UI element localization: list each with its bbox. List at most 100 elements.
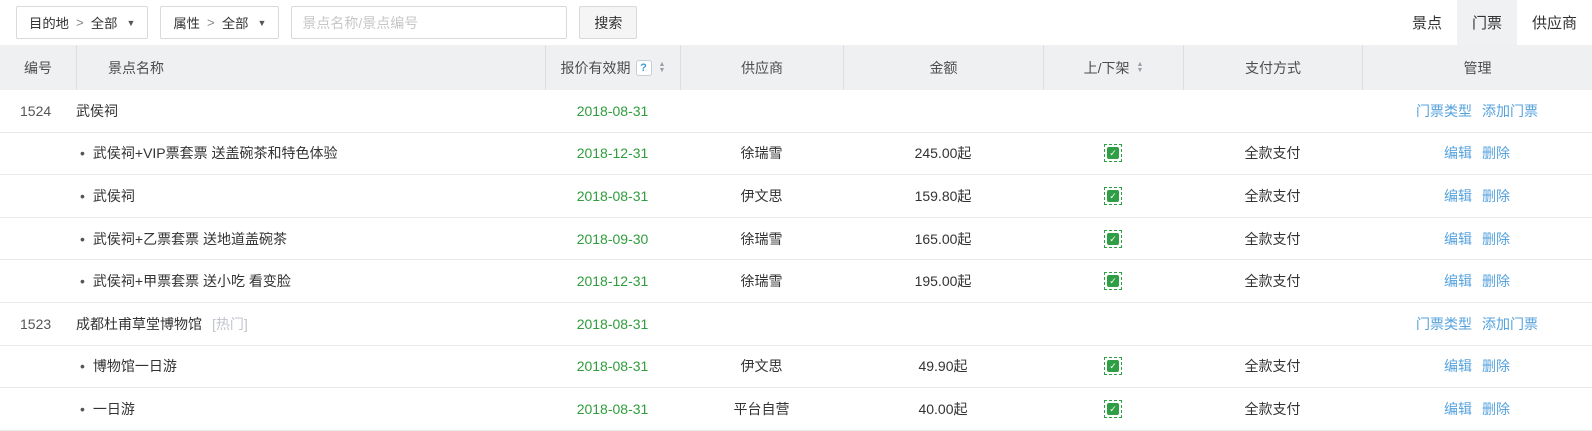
add-ticket-link[interactable]: 添加门票 (1482, 314, 1538, 334)
supplier-cell: 徐瑞雪 (680, 133, 843, 175)
bullet-icon: • (80, 273, 85, 289)
supplier-cell: 伊文思 (680, 346, 843, 388)
bullet-icon: • (80, 145, 85, 161)
price-cell: 159.80起 (843, 175, 1043, 217)
on-shelf-checkbox-icon[interactable]: ✓ (1104, 272, 1122, 290)
table-row: •博物馆一日游2018-08-31伊文思49.90起✓全款支付编辑删除 (0, 346, 1592, 389)
table-body: 1524武侯祠2018-08-31门票类型添加门票•武侯祠+VIP票套票 送盖碗… (0, 90, 1592, 431)
on-shelf-cell: ✓ (1043, 133, 1183, 175)
scenic-name: 成都杜甫草堂博物馆 (76, 314, 202, 334)
table-header: 编号 景点名称 报价有效期 ? ▲ ▼ 供应商 金额 上/下架 (0, 45, 1592, 90)
view-tabs: 景点门票供应商 (1397, 0, 1592, 45)
delete-link[interactable]: 删除 (1482, 143, 1510, 163)
on-shelf-checkbox-icon[interactable]: ✓ (1104, 187, 1122, 205)
check-icon: ✓ (1107, 147, 1119, 159)
row-id-cell: 1524 (0, 90, 76, 132)
actions-cell: 编辑删除 (1362, 388, 1592, 430)
attribute-label: 属性 (173, 13, 200, 32)
edit-link[interactable]: 编辑 (1444, 356, 1472, 376)
scenic-name-cell: • 武侯祠+甲票套票 送小吃 看变脸 (76, 260, 545, 302)
payment-cell (1183, 90, 1362, 132)
payment-cell: 全款支付 (1183, 346, 1362, 388)
scenic-name: 武侯祠+VIP票套票 送盖碗茶和特色体验 (93, 143, 338, 163)
row-id-cell (0, 388, 76, 430)
scenic-name: 一日游 (93, 399, 135, 419)
delete-link[interactable]: 删除 (1482, 186, 1510, 206)
ticket-type-link[interactable]: 门票类型 (1416, 314, 1472, 334)
payment-cell: 全款支付 (1183, 260, 1362, 302)
scenic-name-cell: 武侯祠 (76, 90, 545, 132)
payment-cell: 全款支付 (1183, 175, 1362, 217)
tab-supplier[interactable]: 供应商 (1517, 0, 1592, 45)
ticket-type-link[interactable]: 门票类型 (1416, 101, 1472, 121)
row-id-cell (0, 175, 76, 217)
edit-link[interactable]: 编辑 (1444, 271, 1472, 291)
sort-icon[interactable]: ▲ ▼ (1136, 62, 1143, 74)
header-on-off-shelf: 上/下架 ▲ ▼ (1043, 45, 1183, 90)
edit-link[interactable]: 编辑 (1444, 186, 1472, 206)
delete-link[interactable]: 删除 (1482, 229, 1510, 249)
row-id-cell: 1523 (0, 303, 76, 345)
on-shelf-checkbox-icon[interactable]: ✓ (1104, 357, 1122, 375)
actions-cell: 编辑删除 (1362, 218, 1592, 260)
scenic-name: 武侯祠+甲票套票 送小吃 看变脸 (93, 271, 291, 291)
check-icon: ✓ (1107, 360, 1119, 372)
actions-cell: 编辑删除 (1362, 175, 1592, 217)
edit-link[interactable]: 编辑 (1444, 229, 1472, 249)
bullet-icon: • (80, 401, 85, 417)
caret-down-icon: ▼ (257, 18, 266, 28)
actions-cell: 门票类型添加门票 (1362, 90, 1592, 132)
scenic-name-cell: •武侯祠 (76, 175, 545, 217)
row-id-cell (0, 260, 76, 302)
destination-value: 全部 (91, 13, 118, 32)
header-supplier: 供应商 (680, 45, 843, 90)
payment-cell: 全款支付 (1183, 388, 1362, 430)
valid-date-cell: 2018-12-31 (545, 260, 680, 302)
sort-icon[interactable]: ▲ ▼ (659, 62, 666, 74)
edit-link[interactable]: 编辑 (1444, 399, 1472, 419)
tab-ticket[interactable]: 门票 (1457, 0, 1517, 45)
scenic-name: 武侯祠 (93, 186, 135, 206)
check-icon: ✓ (1107, 275, 1119, 287)
on-shelf-checkbox-icon[interactable]: ✓ (1104, 230, 1122, 248)
destination-dropdown[interactable]: 目的地 > 全部 ▼ (16, 6, 148, 39)
delete-link[interactable]: 删除 (1482, 399, 1510, 419)
add-ticket-link[interactable]: 添加门票 (1482, 101, 1538, 121)
on-shelf-cell: ✓ (1043, 260, 1183, 302)
row-id-cell (0, 133, 76, 175)
help-icon[interactable]: ? (636, 60, 652, 76)
row-id-cell (0, 218, 76, 260)
actions-cell: 编辑删除 (1362, 133, 1592, 175)
on-shelf-checkbox-icon[interactable]: ✓ (1104, 400, 1122, 418)
delete-link[interactable]: 删除 (1482, 356, 1510, 376)
row-id-cell (0, 346, 76, 388)
caret-down-icon: ▼ (126, 18, 135, 28)
price-cell: 245.00起 (843, 133, 1043, 175)
table-row: •武侯祠+VIP票套票 送盖碗茶和特色体验2018-12-31徐瑞雪245.00… (0, 133, 1592, 176)
search-button[interactable]: 搜索 (579, 6, 637, 39)
filter-toolbar: 目的地 > 全部 ▼ 属性 > 全部 ▼ 搜索 景点门票供应商 (0, 0, 1592, 45)
hot-tag: [热门] (212, 314, 248, 334)
header-id: 编号 (0, 45, 76, 90)
scenic-name: 武侯祠 (76, 101, 118, 121)
edit-link[interactable]: 编辑 (1444, 143, 1472, 163)
payment-cell (1183, 303, 1362, 345)
actions-cell: 门票类型添加门票 (1362, 303, 1592, 345)
on-shelf-checkbox-icon[interactable]: ✓ (1104, 144, 1122, 162)
table-row: •武侯祠+乙票套票 送地道盖碗茶2018-09-30徐瑞雪165.00起✓全款支… (0, 218, 1592, 261)
price-cell: 165.00起 (843, 218, 1043, 260)
delete-link[interactable]: 删除 (1482, 271, 1510, 291)
breadcrumb-separator: > (207, 15, 215, 30)
header-amount: 金额 (843, 45, 1043, 90)
attribute-value: 全部 (222, 13, 249, 32)
on-shelf-cell: ✓ (1043, 218, 1183, 260)
valid-date-cell: 2018-08-31 (545, 303, 680, 345)
check-icon: ✓ (1107, 233, 1119, 245)
tab-scenic[interactable]: 景点 (1397, 0, 1457, 45)
attribute-dropdown[interactable]: 属性 > 全部 ▼ (160, 6, 279, 39)
table-row: 1524武侯祠2018-08-31门票类型添加门票 (0, 90, 1592, 133)
payment-cell: 全款支付 (1183, 218, 1362, 260)
header-scenic-name: 景点名称 (76, 45, 545, 90)
search-input[interactable] (291, 6, 567, 39)
filter-controls: 目的地 > 全部 ▼ 属性 > 全部 ▼ 搜索 (0, 6, 637, 39)
